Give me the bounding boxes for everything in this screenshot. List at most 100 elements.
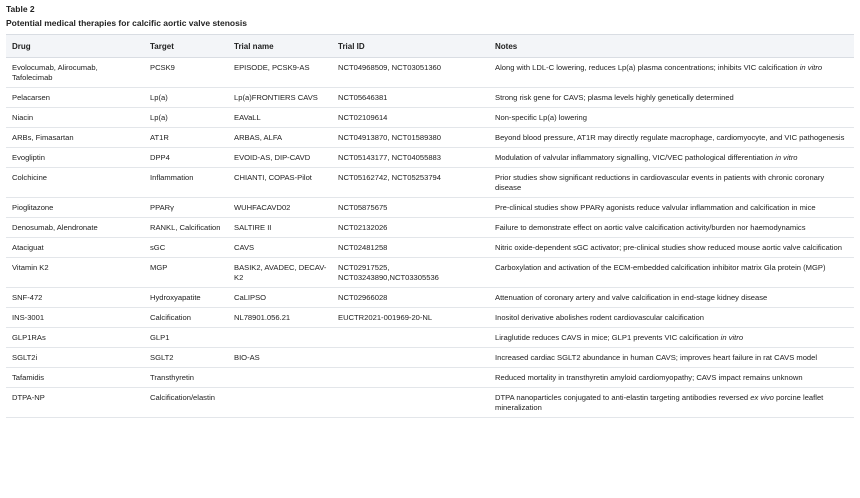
drug-cell: Denosumab, Alendronate [6, 217, 144, 238]
notes-emphasis: ex vivo [750, 393, 774, 402]
trial-id-cell: NCT02917525, NCT03243890,NCT03305536 [332, 257, 489, 288]
table-row: Evogliptin DPP4 EVOID-AS, DIP-CAVD NCT05143… [6, 147, 854, 168]
table-row: Denosumab, Alendronate RANKL, Calcificati… [6, 217, 854, 238]
drug-cell: Ataciguat [6, 237, 144, 258]
table-row: Colchicine Inflammation CHIANTI, COPAS-Pil… [6, 167, 854, 198]
target-cell: PCSK9 [144, 57, 228, 88]
notes-text: Modulation of valvular inflammatory sign… [495, 153, 776, 162]
notes-emphasis: in vitro [775, 153, 798, 162]
notes-text: Increased cardiac SGLT2 abundance in hum… [495, 353, 818, 362]
drug-cell: Tafamidis [6, 367, 144, 388]
table-container: Table 2 Potential medical therapies for … [0, 0, 860, 418]
trial-name-cell: CAVS [228, 237, 332, 258]
trial-name-cell: BIO-AS [228, 347, 332, 368]
table-row: Tafamidis Transthyretin Reduced mortality … [6, 367, 854, 388]
trial-id-cell [332, 327, 489, 348]
trial-id-cell: NCT05143177, NCT04055883 [332, 147, 489, 168]
header-row: Drug Target Trial name Trial ID Notes [6, 34, 854, 58]
drug-cell: Vitamin K2 [6, 257, 144, 288]
notes-emphasis: in vitro [720, 333, 744, 342]
trial-name-cell: NL78901.056.21 [228, 307, 332, 328]
target-cell: Lp(a) [144, 107, 228, 128]
notes-cell: Reduced mortality in transthyretin amylo… [489, 367, 854, 388]
table-header: Drug Target Trial name Trial ID Notes [6, 34, 854, 58]
target-cell: PPARγ [144, 197, 228, 218]
therapies-table: Drug Target Trial name Trial ID Notes Ev… [6, 34, 854, 418]
notes-text: Nitric oxide-dependent sGC activator; pr… [495, 243, 842, 252]
notes-text: Carboxylation and activation of the ECM-… [495, 263, 826, 272]
notes-emphasis: in vitro [799, 63, 823, 72]
table-row: Ataciguat sGC CAVS NCT02481258 Nitric oxide-… [6, 237, 854, 258]
trial-id-cell [332, 367, 489, 388]
table-row: Pioglitazone PPARγ WUHFACAVD02 NCT05875675 P… [6, 197, 854, 218]
trial-name-cell: ARBAS, ALFA [228, 127, 332, 148]
drug-cell: ARBs, Fimasartan [6, 127, 144, 148]
table-row: Evolocumab, Alirocumab, Tafolecimab PCSK9… [6, 57, 854, 88]
notes-cell: Modulation of valvular inflammatory sign… [489, 147, 854, 168]
drug-cell: INS-3001 [6, 307, 144, 328]
drug-cell: Colchicine [6, 167, 144, 198]
trial-name-cell: Lp(a)FRONTIERS CAVS [228, 87, 332, 108]
target-cell: DPP4 [144, 147, 228, 168]
notes-text: Strong risk gene for CAVS; plasma levels… [495, 93, 734, 102]
notes-text: Attenuation of coronary artery and valve… [495, 293, 768, 302]
drug-cell: SGLT2i [6, 347, 144, 368]
table-row: ARBs, Fimasartan AT1R ARBAS, ALFA NCT049138… [6, 127, 854, 148]
column-header-drug: Drug [6, 34, 144, 58]
notes-text: Along with LDL-C lowering, reduces Lp(a)… [495, 63, 800, 72]
notes-text: Failure to demonstrate effect on aortic … [495, 223, 806, 232]
target-cell: RANKL, Calcification [144, 217, 228, 238]
trial-id-cell: NCT02481258 [332, 237, 489, 258]
table-row: SNF-472 Hydroxyapatite CaLIPSO NCT02966028 A… [6, 287, 854, 308]
target-cell: Lp(a) [144, 87, 228, 108]
table-row: Vitamin K2 MGP BASIK2, AVADEC, DECAV-K2 NCT… [6, 257, 854, 288]
table-row: SGLT2i SGLT2 BIO-AS Increased cardiac SGLT2… [6, 347, 854, 368]
table-row: GLP1RAs GLP1 Liraglutide reduces CAVS in m… [6, 327, 854, 348]
notes-cell: DTPA nanoparticles conjugated to anti-el… [489, 387, 854, 418]
drug-cell: GLP1RAs [6, 327, 144, 348]
notes-cell: Failure to demonstrate effect on aortic … [489, 217, 854, 238]
drug-cell: Pelacarsen [6, 87, 144, 108]
notes-text: Beyond blood pressure, AT1R may directly… [495, 133, 845, 142]
drug-cell: Pioglitazone [6, 197, 144, 218]
trial-id-cell: NCT02132026 [332, 217, 489, 238]
notes-text: Liraglutide reduces CAVS in mice; GLP1 p… [495, 333, 721, 342]
table-body: Evolocumab, Alirocumab, Tafolecimab PCSK9… [6, 57, 854, 418]
column-header-notes: Notes [489, 34, 854, 58]
notes-text: Prior studies show significant reduction… [495, 173, 825, 192]
table-row: INS-3001 Calcification NL78901.056.21 EUCTR… [6, 307, 854, 328]
trial-id-cell: NCT02109614 [332, 107, 489, 128]
notes-text: DTPA nanoparticles conjugated to anti-el… [495, 393, 751, 402]
notes-text: Reduced mortality in transthyretin amylo… [495, 373, 803, 382]
notes-cell: Increased cardiac SGLT2 abundance in hum… [489, 347, 854, 368]
notes-cell: Non-specific Lp(a) lowering [489, 107, 854, 128]
column-header-target: Target [144, 34, 228, 58]
trial-name-cell: BASIK2, AVADEC, DECAV-K2 [228, 257, 332, 288]
target-cell: Calcification [144, 307, 228, 328]
notes-cell: Prior studies show significant reduction… [489, 167, 854, 198]
table-caption: Potential medical therapies for calcific… [6, 18, 247, 28]
target-cell: GLP1 [144, 327, 228, 348]
notes-cell: Nitric oxide-dependent sGC activator; pr… [489, 237, 854, 258]
target-cell: Inflammation [144, 167, 228, 198]
notes-cell: Pre-clinical studies show PPARγ agonists… [489, 197, 854, 218]
notes-cell: Inositol derivative abolishes rodent car… [489, 307, 854, 328]
notes-cell: Beyond blood pressure, AT1R may directly… [489, 127, 854, 148]
drug-cell: DTPA-NP [6, 387, 144, 418]
target-cell: sGC [144, 237, 228, 258]
notes-cell: Along with LDL-C lowering, reduces Lp(a)… [489, 57, 854, 88]
trial-name-cell: EPISODE, PCSK9-AS [228, 57, 332, 88]
trial-name-cell [228, 387, 332, 418]
target-cell: Hydroxyapatite [144, 287, 228, 308]
trial-name-cell [228, 367, 332, 388]
trial-id-cell: NCT04968509, NCT03051360 [332, 57, 489, 88]
drug-cell: Niacin [6, 107, 144, 128]
trial-name-cell: CHIANTI, COPAS-Pilot [228, 167, 332, 198]
notes-cell: Strong risk gene for CAVS; plasma levels… [489, 87, 854, 108]
drug-cell: Evolocumab, Alirocumab, Tafolecimab [6, 57, 144, 88]
notes-cell: Liraglutide reduces CAVS in mice; GLP1 p… [489, 327, 854, 348]
target-cell: Transthyretin [144, 367, 228, 388]
drug-cell: SNF-472 [6, 287, 144, 308]
notes-cell: Carboxylation and activation of the ECM-… [489, 257, 854, 288]
target-cell: MGP [144, 257, 228, 288]
